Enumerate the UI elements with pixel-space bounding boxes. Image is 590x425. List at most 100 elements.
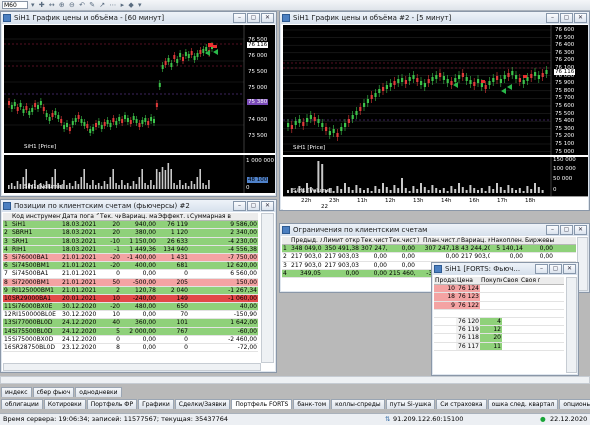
col-header[interactable]: Код инструмента bbox=[11, 213, 61, 220]
col-header[interactable]: Дата пога ^ bbox=[61, 213, 99, 220]
table-row[interactable]: 8 Si72000BM1 21.01.2021 50 -500,00 205 150,00 bbox=[3, 278, 258, 287]
table-row[interactable]: 1 SiH1 18.03.2021 20 940,00 76 119 9 586,00 bbox=[3, 221, 258, 230]
col-header[interactable]: Вариац. маржа bbox=[121, 213, 157, 220]
table-row[interactable]: 10 SR29000BA1 20.01.2021 10 -240,00 149 -1 060… bbox=[3, 294, 258, 304]
table-cell: 3 bbox=[4, 237, 8, 245]
positions-hscroll[interactable] bbox=[3, 363, 261, 371]
chart1-price-area[interactable]: 76 50076 00075 50075 00074 50074 00073 5… bbox=[4, 25, 275, 153]
positions-vscroll[interactable] bbox=[261, 213, 274, 363]
workspace-hscroll[interactable] bbox=[0, 376, 590, 384]
table-row[interactable]: 7 Si74500BA1 21.01.2021 0 0,00 0 6 560,00 bbox=[3, 270, 258, 279]
table-cell: 70 bbox=[180, 311, 188, 319]
table-row[interactable]: 12 RI150000BL0E 30.12.2020 10 0,00 70 -150,90 bbox=[3, 311, 258, 320]
chart2-titlebar[interactable]: SiH1 График цены и объёма #2 - [5 минут] bbox=[280, 12, 589, 24]
col-header[interactable]: Покупк bbox=[480, 277, 502, 284]
table-row[interactable]: 9 RI125000BM1 21.01.2021 2 120,78 2 040 -1 267… bbox=[3, 286, 258, 295]
table-cell: 21.01.2021 bbox=[62, 253, 97, 261]
table-row[interactable]: 13 Si77000BL0D 24.12.2020 40 360,00 101 1 642,… bbox=[3, 319, 258, 328]
chart2-volume-area[interactable]: SiH1 [Volume] 150 000 100 000 50 000 0 bbox=[283, 157, 588, 196]
col-header[interactable]: План.чист.поз. bbox=[422, 237, 460, 244]
toolbar-icons[interactable]: ▾ ✚ ↔ ⊕ ⊖ ↶ ✎ ↗ ⋯ ▸ ◆ ▾ bbox=[31, 1, 142, 9]
col-header[interactable]: Вариац. маржа bbox=[460, 237, 490, 244]
col-header[interactable]: Лимит откр. поз. bbox=[322, 237, 360, 244]
table-row[interactable]: 3 SRH1 18.03.2021 -10 1 150,00 26 633 -4 230,0… bbox=[3, 237, 258, 246]
workspace-tab[interactable]: ошка след. квартал bbox=[487, 399, 559, 409]
workspace-tab[interactable]: индекс bbox=[1, 387, 32, 397]
col-header[interactable]: Тек.чист.поз. ( bbox=[388, 237, 416, 244]
interval-select[interactable]: M60 bbox=[2, 1, 28, 9]
minimize-button[interactable]: – bbox=[546, 13, 559, 23]
minimize-button[interactable]: – bbox=[546, 225, 559, 235]
workspace-tab[interactable]: Портфель ФР bbox=[86, 399, 138, 409]
col-header[interactable]: Тек.чист.поз. bbox=[360, 237, 388, 244]
table-row[interactable]: 5 Si76000BA1 21.01.2021 -20 -1 400,00 1 431 -7… bbox=[3, 253, 258, 263]
table-cell: 2 340,00 bbox=[230, 229, 257, 237]
col-header[interactable]: Суммарная в bbox=[189, 213, 258, 220]
ask-volume bbox=[434, 318, 456, 325]
col-header[interactable]: Своя п bbox=[502, 277, 520, 284]
col-header[interactable]: Накоплен. доход bbox=[490, 237, 524, 244]
chart2-price-area[interactable]: 76 600 76 500 76 400 76 300 76 200 76 100 76 0… bbox=[283, 25, 588, 155]
orderbook-row[interactable]: 76 120 4 bbox=[434, 317, 564, 327]
workspace-tab[interactable]: путы Si-ушка bbox=[385, 399, 436, 409]
maximize-button[interactable]: ▢ bbox=[560, 13, 573, 23]
col-header[interactable]: Предыд. лимит bbox=[290, 237, 322, 244]
chart2-volume-tick-zero: 0 bbox=[553, 187, 557, 193]
workspace-tab[interactable]: Портфель FORTS bbox=[231, 399, 293, 409]
table-row[interactable]: 2 217 903,03 217 903,03 0,00 0,00 0,00 217 903… bbox=[282, 253, 576, 262]
orderbook-row[interactable]: 76 119 12 bbox=[434, 326, 564, 335]
main-toolbar: M60 ▾ ✚ ↔ ⊕ ⊖ ↶ ✎ ↗ ⋯ ▸ ◆ ▾ bbox=[0, 0, 590, 11]
workspace-tab[interactable]: опционы анализ bbox=[559, 399, 590, 409]
col-header[interactable]: Продаж bbox=[434, 277, 456, 284]
orderbook-row[interactable] bbox=[434, 310, 564, 318]
orderbook-header-row: Продаж Цена Покупк Своя п Своя п bbox=[434, 277, 564, 286]
workspace-tab[interactable]: коллы-спреды bbox=[331, 399, 385, 409]
minimize-button[interactable]: – bbox=[535, 264, 548, 274]
table-row[interactable]: 2 SBRH1 18.03.2021 20 380,00 1 120 2 340,00 bbox=[3, 229, 258, 238]
workspace-tab[interactable]: банк-том bbox=[293, 399, 331, 409]
table-row[interactable]: 16 SR28750BL0D 23.12.2020 8 0,00 0 -72,00 bbox=[3, 344, 258, 353]
minimize-button[interactable]: – bbox=[233, 201, 246, 211]
workspace-tab[interactable]: облигации bbox=[1, 399, 43, 409]
maximize-button[interactable]: ▢ bbox=[549, 264, 562, 274]
orderbook-row[interactable]: 76 118 20 bbox=[434, 334, 564, 343]
col-header[interactable]: Тек. чист.поз. bbox=[99, 213, 121, 220]
orderbook-row[interactable]: 10 76 124 bbox=[434, 285, 564, 294]
close-button[interactable]: ✕ bbox=[261, 201, 274, 211]
orderbook-row[interactable]: 18 76 123 bbox=[434, 293, 564, 302]
col-header[interactable] bbox=[282, 237, 290, 244]
close-button[interactable]: ✕ bbox=[574, 225, 587, 235]
workspace-tab[interactable]: Котировки bbox=[43, 399, 86, 409]
table-row[interactable]: 11 Si76000BX0E 30.12.2020 -20 480,00 650 40,00 bbox=[3, 303, 258, 312]
status-server-time: Время сервера: 19:06:34; записей: 115775… bbox=[3, 415, 229, 423]
chart1-volume-area[interactable]: SiH1 [Volume] 1 000 000 48 100 0 bbox=[4, 155, 275, 193]
orderbook-row[interactable]: 9 76 122 bbox=[434, 301, 564, 310]
col-header[interactable] bbox=[3, 213, 11, 220]
orderbook-row[interactable]: 76 117 11 bbox=[434, 342, 564, 351]
table-cell: 10 bbox=[112, 311, 120, 319]
limits-titlebar[interactable]: Ограничения по клиентским счетам bbox=[280, 224, 589, 236]
workspace-tab[interactable]: Сделки/Заявки bbox=[174, 399, 231, 409]
table-row[interactable]: 1348 049,05350 491,38307 247,180,00307 2… bbox=[282, 245, 576, 254]
workspace-tab[interactable]: Графики bbox=[138, 399, 174, 409]
table-cell: 380,00 bbox=[135, 229, 156, 237]
workspace-tab[interactable]: Си страховка bbox=[436, 399, 487, 409]
close-button[interactable]: ✕ bbox=[261, 13, 274, 23]
table-row[interactable]: 6 Si74500BM1 21.01.2021 -20 400,00 681 12 620,… bbox=[3, 262, 258, 271]
table-row[interactable]: 4 RIH1 18.03.2021 -1 1 449,36 134 940 -4 556,3… bbox=[3, 245, 258, 254]
col-header[interactable]: Цена bbox=[456, 277, 480, 284]
maximize-button[interactable]: ▢ bbox=[247, 201, 260, 211]
close-button[interactable]: ✕ bbox=[563, 264, 576, 274]
col-header[interactable]: Эффект. цена bbox=[157, 213, 189, 220]
table-row[interactable]: 14 Si75500BL0D 24.12.2020 5 2 000,00 767 -60,0… bbox=[3, 327, 258, 336]
maximize-button[interactable]: ▢ bbox=[247, 13, 260, 23]
col-header[interactable]: Биржевые bbox=[524, 237, 554, 244]
table-row[interactable]: 15 Si75000BX0D 24.12.2020 0 0,00 0 -2 460,00 bbox=[3, 336, 258, 344]
close-button[interactable]: ✕ bbox=[574, 13, 587, 23]
workspace-tab[interactable]: сбер фьюч bbox=[32, 387, 75, 397]
workspace-tab[interactable]: однодневки bbox=[75, 387, 122, 397]
minimize-button[interactable]: – bbox=[233, 13, 246, 23]
maximize-button[interactable]: ▢ bbox=[560, 225, 573, 235]
orderbook-vscroll[interactable] bbox=[566, 277, 577, 373]
col-header[interactable]: Своя п bbox=[520, 277, 540, 284]
